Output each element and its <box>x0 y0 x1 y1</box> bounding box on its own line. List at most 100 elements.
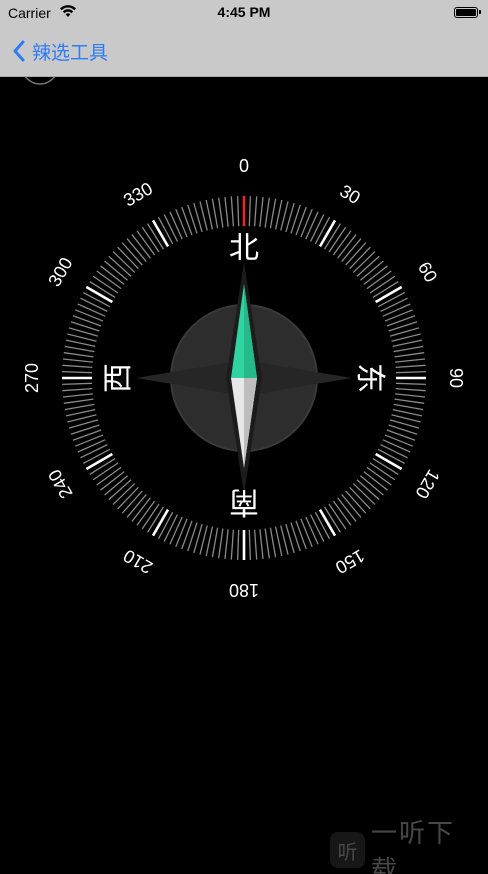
compass-tick <box>382 439 411 453</box>
degree-label-270: 270 <box>22 363 42 393</box>
compass-tick <box>163 514 178 542</box>
degree-label-300: 300 <box>44 254 76 290</box>
compass-tick <box>310 214 325 242</box>
watermark: 听 一听下载 <box>330 819 480 874</box>
compass-tick <box>75 434 104 447</box>
compass-tick <box>224 196 229 227</box>
compass-tick <box>310 514 325 542</box>
compass-tick <box>92 462 119 481</box>
compass-tick <box>80 297 108 312</box>
compass-tick <box>253 196 258 227</box>
status-time: 4:45 PM <box>217 4 271 20</box>
compass-tick <box>394 352 425 358</box>
compass-tick <box>374 285 403 304</box>
compass-tick <box>151 219 170 248</box>
direction-west-label: 西 <box>101 363 136 393</box>
compass-tick <box>382 303 411 317</box>
compass-tick <box>395 358 426 363</box>
compass-tick <box>218 197 224 228</box>
compass-tick <box>369 462 396 481</box>
compass-tick <box>236 196 240 227</box>
watermark-text: 一听下载 <box>371 819 456 874</box>
compass-tick <box>224 529 229 560</box>
compass-tick <box>77 303 106 317</box>
compass-tick <box>395 370 426 374</box>
compass-tick <box>384 434 413 447</box>
compass-tick <box>63 398 94 404</box>
compass-tick <box>63 352 94 358</box>
direction-east-label: 东 <box>352 363 387 393</box>
compass-tick <box>65 408 96 417</box>
compass-tick <box>380 297 408 312</box>
compass-dial: 0 30 60 90 120 150 180 210 240 270 300 330 北 东 南 西 <box>21 47 466 600</box>
compass-tick <box>395 387 426 392</box>
compass-tick <box>236 529 240 560</box>
compass-tick <box>269 527 277 558</box>
compass-screen: 0 30 60 90 120 150 180 210 240 270 300 330 北 东 南 西 … <box>0 0 488 874</box>
compass-tick <box>62 358 93 363</box>
back-button[interactable]: 辣选工具 <box>12 36 108 66</box>
compass-tick <box>380 444 408 459</box>
compass-tick <box>62 382 93 386</box>
compass-tick <box>305 516 319 545</box>
compass-tick <box>151 508 170 537</box>
degree-label-210: 210 <box>120 545 156 577</box>
compass-tick <box>369 275 396 294</box>
compass-tick <box>141 226 160 253</box>
compass-tick <box>395 393 426 398</box>
compass-tick <box>392 339 423 348</box>
compass-tick <box>264 528 270 559</box>
compass-tick <box>259 196 264 227</box>
compass-tick <box>392 408 423 417</box>
battery-icon <box>454 7 481 18</box>
compass-tick <box>62 387 93 392</box>
compass-tick <box>62 370 93 374</box>
back-button-label: 辣选工具 <box>32 42 109 64</box>
compass-tick <box>75 309 104 322</box>
compass-tick <box>318 219 337 248</box>
compass-tick <box>92 275 119 294</box>
compass-tick <box>230 196 235 227</box>
degree-label-330: 330 <box>120 178 156 210</box>
compass-tick <box>328 226 347 253</box>
direction-south-label: 南 <box>229 484 259 519</box>
compass-tick <box>218 528 224 559</box>
compass-tick <box>62 393 93 398</box>
compass-tick <box>205 199 214 230</box>
compass-tick <box>80 444 108 459</box>
compass-tick <box>85 452 114 471</box>
compass-tick <box>393 403 424 411</box>
compass-tick <box>300 518 313 547</box>
compass-tick <box>374 452 403 471</box>
compass-tick <box>393 345 424 353</box>
degree-label-30: 30 <box>336 181 363 208</box>
compass-tick <box>259 529 264 560</box>
compass-tick <box>77 439 106 453</box>
compass-tick <box>328 503 347 530</box>
compass-tick <box>230 529 235 560</box>
compass-tick <box>264 197 270 228</box>
compass-tick <box>274 199 283 230</box>
compass-tick <box>62 364 93 369</box>
degree-label-150: 150 <box>332 545 368 577</box>
compass-tick <box>169 211 183 240</box>
compass-tick <box>305 211 319 240</box>
degree-label-0: 0 <box>239 156 249 176</box>
chevron-left-icon <box>13 40 25 62</box>
compass-tick <box>274 526 283 557</box>
compass-tick <box>65 339 96 348</box>
compass-tick <box>205 526 214 557</box>
compass-tick <box>318 508 337 537</box>
degree-label-180: 180 <box>229 580 259 600</box>
compass-tick <box>64 345 95 353</box>
degree-label-60: 60 <box>414 258 441 285</box>
degree-label-240: 240 <box>44 466 76 502</box>
status-bar: Carrier 4:45 PM <box>0 0 488 26</box>
compass-tick <box>248 196 252 227</box>
watermark-logo: 听 <box>330 832 366 868</box>
compass-tick <box>163 214 178 242</box>
degree-label-120: 120 <box>411 466 443 502</box>
compass-tick <box>300 209 313 238</box>
compass-tick <box>253 529 258 560</box>
degree-label-90: 90 <box>446 368 466 388</box>
